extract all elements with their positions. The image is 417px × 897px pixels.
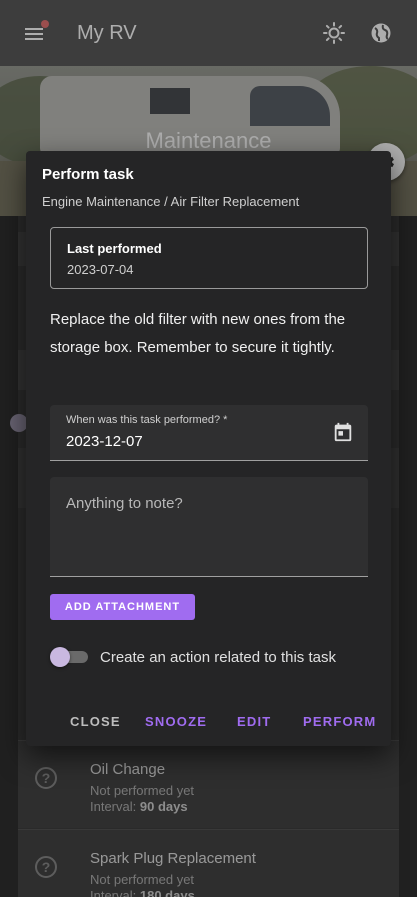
toggle-knob xyxy=(50,647,70,667)
perform-button[interactable]: PERFORM xyxy=(303,714,376,729)
performed-date-field[interactable]: When was this task performed? * 2023-12-… xyxy=(50,405,368,461)
perform-task-dialog: Perform task Engine Maintenance / Air Fi… xyxy=(26,151,391,746)
create-action-toggle[interactable] xyxy=(50,647,88,667)
create-action-label: Create an action related to this task xyxy=(100,649,336,666)
edit-button[interactable]: EDIT xyxy=(237,714,271,729)
last-performed-label: Last performed xyxy=(67,241,162,256)
dialog-title: Perform task xyxy=(42,166,134,183)
last-performed-date: 2023-07-04 xyxy=(67,262,134,277)
task-instructions: Replace the old filter with new ones fro… xyxy=(50,311,346,356)
calendar-icon[interactable] xyxy=(332,421,354,443)
add-attachment-button[interactable]: ADD ATTACHMENT xyxy=(50,594,195,620)
date-field-label: When was this task performed? * xyxy=(66,414,228,426)
note-field[interactable] xyxy=(50,477,368,577)
date-field-value[interactable]: 2023-12-07 xyxy=(66,433,143,450)
close-button[interactable]: CLOSE xyxy=(70,714,121,729)
snooze-button[interactable]: SNOOZE xyxy=(145,714,207,729)
last-performed-card: Last performed 2023-07-04 xyxy=(50,227,368,289)
note-input[interactable] xyxy=(50,477,368,576)
task-path: Engine Maintenance / Air Filter Replacem… xyxy=(42,194,300,209)
